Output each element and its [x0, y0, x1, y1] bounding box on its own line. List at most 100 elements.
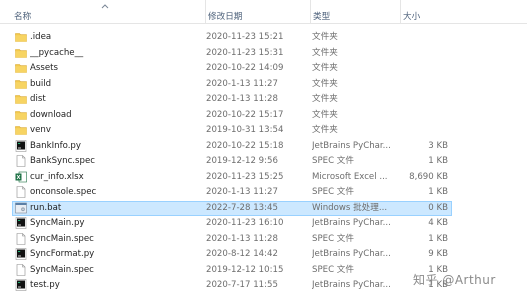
file-name: test.py: [30, 280, 60, 290]
file-modified-date: 2019-12-12 9:56: [206, 156, 278, 166]
file-row[interactable]: cur_info.xlsx 2020-11-23 15:25 Microsoft E…: [0, 170, 527, 186]
file-type: Windows 批处理...: [312, 202, 388, 213]
column-header-type[interactable]: 类型: [310, 0, 395, 24]
file-size: [400, 92, 448, 108]
file-name: BankInfo.py: [30, 140, 81, 151]
file-size: 1 KB: [428, 156, 448, 166]
file-row[interactable]: __pycache__ 2020-11-23 15:31 文件夹: [0, 46, 527, 62]
file-size: [400, 30, 448, 46]
pycharm-file-icon: [15, 248, 27, 260]
column-header-date[interactable]: 修改日期: [205, 0, 305, 24]
folder-icon: [15, 31, 27, 43]
file-size: [400, 61, 448, 77]
file-modified-date: 2019-12-12 10:15: [206, 264, 284, 275]
file-size: 3 KB: [428, 140, 448, 151]
file-type: JetBrains PyChar...: [312, 140, 391, 151]
column-header-size[interactable]: 大小: [400, 0, 460, 24]
file-modified-date: 2020-10-22 15:18: [206, 140, 284, 151]
file-name: SyncFormat.py: [30, 249, 95, 259]
file-modified-date: 2020-8-12 14:42: [206, 249, 278, 259]
file-modified-date: 2020-11-23 15:25: [206, 171, 284, 182]
file-row[interactable]: Assets 2020-10-22 14:09 文件夹: [0, 61, 527, 77]
file-modified-date: 2020-10-22 14:09: [206, 63, 284, 73]
file-type: 文件夹: [312, 78, 338, 89]
file-modified-date: 2022-7-28 13:45: [206, 202, 278, 213]
file-modified-date: 2020-7-17 11:55: [206, 280, 278, 290]
file-modified-date: 2020-10-22 15:17: [206, 109, 284, 120]
file-type: 文件夹: [312, 109, 338, 120]
file-list: .idea 2020-11-23 15:21 文件夹 __pycache__ 2020-…: [0, 30, 527, 294]
file-size: 1 KB: [428, 187, 448, 197]
file-type: SPEC 文件: [312, 187, 354, 197]
file-modified-date: 2020-11-23 15:31: [206, 47, 284, 58]
file-name: SyncMain.spec: [30, 233, 94, 244]
blank-file-icon: [15, 155, 27, 167]
pycharm-file-icon: [15, 139, 27, 152]
file-size: [400, 77, 448, 93]
file-row[interactable]: build 2020-1-13 11:27 文件夹: [0, 77, 527, 93]
file-type: Microsoft Excel ...: [312, 171, 388, 182]
file-size: 0 KB: [428, 202, 448, 213]
column-header-name[interactable]: 名称: [14, 0, 204, 24]
folder-icon: [15, 47, 27, 59]
blank-file-icon: [15, 232, 27, 245]
file-name: dist: [30, 94, 46, 104]
file-row[interactable]: SyncFormat.py 2020-8-12 14:42 JetBrains Py…: [0, 247, 527, 263]
file-type: JetBrains PyChar...: [312, 218, 391, 228]
folder-icon: [15, 124, 27, 136]
folder-icon: [15, 93, 27, 105]
file-size: 9 KB: [428, 249, 448, 259]
file-size: 4 KB: [428, 218, 448, 228]
file-modified-date: 2020-1-13 11:27: [206, 78, 278, 89]
excel-file-icon: [15, 171, 27, 183]
file-type: 文件夹: [312, 47, 338, 58]
file-row[interactable]: onconsole.spec 2020-1-13 11:27 SPEC 文件 1 KB: [0, 185, 527, 201]
file-size: 8,690 KB: [409, 171, 448, 182]
file-type: SPEC 文件: [312, 264, 354, 275]
blank-file-icon: [15, 186, 27, 198]
file-name: Assets: [30, 63, 58, 73]
file-type: 文件夹: [312, 32, 338, 42]
file-modified-date: 2020-1-13 11:27: [206, 187, 278, 197]
file-modified-date: 2019-10-31 13:54: [206, 125, 284, 135]
file-name: cur_info.xlsx: [30, 171, 84, 182]
file-row[interactable]: dist 2020-1-13 11:28 文件夹: [0, 92, 527, 108]
file-size: [400, 108, 448, 124]
folder-icon: [15, 62, 27, 74]
file-type: 文件夹: [312, 94, 338, 104]
file-modified-date: 2020-11-23 15:21: [206, 32, 284, 42]
file-size: [400, 123, 448, 139]
file-row[interactable]: BankInfo.py 2020-10-22 15:18 JetBrains PyC…: [0, 139, 527, 155]
blank-file-icon: [15, 263, 27, 276]
file-type: JetBrains PyChar...: [312, 249, 391, 259]
file-row[interactable]: venv 2019-10-31 13:54 文件夹: [0, 123, 527, 139]
file-modified-date: 2020-11-23 16:10: [206, 218, 284, 228]
file-size: 1 KB: [428, 233, 448, 244]
file-name: BankSync.spec: [30, 156, 95, 166]
folder-icon: [15, 78, 27, 90]
file-size: [400, 46, 448, 62]
batch-file-icon: [15, 202, 27, 214]
watermark: 知乎 @Arthur: [413, 273, 496, 287]
file-name: onconsole.spec: [30, 187, 97, 197]
file-name: build: [30, 78, 52, 89]
file-name: venv: [30, 125, 51, 135]
folder-icon: [15, 109, 27, 121]
file-row[interactable]: download 2020-10-22 15:17 文件夹: [0, 108, 527, 124]
file-name: SyncMain.py: [30, 218, 85, 228]
file-name: SyncMain.spec: [30, 264, 94, 275]
file-type: JetBrains PyChar...: [312, 280, 391, 290]
file-row[interactable]: SyncMain.spec 2020-1-13 11:28 SPEC 文件 1 KB: [0, 232, 527, 248]
file-row[interactable]: .idea 2020-11-23 15:21 文件夹: [0, 30, 527, 46]
file-name: __pycache__: [30, 47, 84, 58]
file-name: .idea: [30, 32, 52, 42]
file-type: 文件夹: [312, 63, 338, 73]
file-type: SPEC 文件: [312, 233, 354, 244]
pycharm-file-icon: [15, 217, 27, 229]
file-row[interactable]: SyncMain.py 2020-11-23 16:10 JetBrains PyC…: [0, 216, 527, 232]
file-name: download: [30, 109, 72, 120]
file-row[interactable]: BankSync.spec 2019-12-12 9:56 SPEC 文件 1 KB: [0, 154, 527, 170]
file-row[interactable]: run.bat 2022-7-28 13:45 Windows 批处理... 0 KB: [0, 200, 527, 217]
file-name: run.bat: [30, 202, 62, 213]
file-type: SPEC 文件: [312, 156, 354, 166]
